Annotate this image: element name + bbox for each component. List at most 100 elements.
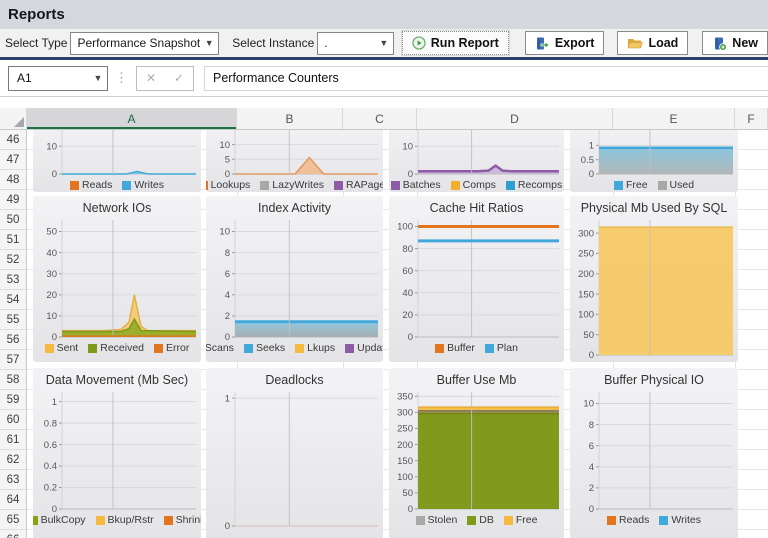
chart-panel-cache-hit-ratios[interactable]: Cache Hit Ratios100806040200BufferPlan xyxy=(389,196,564,362)
chart-title: Physical Mb Used By SQL xyxy=(570,196,738,218)
legend-swatch xyxy=(614,181,623,190)
legend-item: LazyWrites xyxy=(260,179,324,191)
legend-item: Batches xyxy=(391,179,441,191)
select-all-icon xyxy=(14,117,24,127)
chart-title: Deadlocks xyxy=(206,368,383,390)
chart-panel-deadlocks[interactable]: Deadlocks10 xyxy=(206,368,383,538)
legend-item: Free xyxy=(504,514,538,526)
legend-item: Reads xyxy=(607,514,649,526)
legend-item: Reads xyxy=(70,179,112,191)
row-header-46[interactable]: 46 xyxy=(0,130,27,150)
chart-title: Network IOs xyxy=(33,196,201,218)
legend-item: Lookups xyxy=(206,179,250,191)
legend-item: Received xyxy=(88,342,144,354)
chart-plot: 100806040200 xyxy=(392,218,561,340)
chart-panel-row1-chart-2[interactable]: 1050LookupsLazyWritesRAPages xyxy=(206,121,383,192)
chart-plot: 1086420 xyxy=(209,218,380,340)
row-header-61[interactable]: 61 xyxy=(0,430,27,450)
row-header-62[interactable]: 62 xyxy=(0,450,27,470)
legend-label: Writes xyxy=(134,179,164,191)
chart-legend: Reads Writes xyxy=(33,177,201,192)
legend-label: Bkup/Rstr xyxy=(108,514,154,526)
legend-swatch xyxy=(206,181,208,190)
chart-panel-buffer-use-mb[interactable]: Buffer Use Mb350300250200150100500Stolen… xyxy=(389,368,564,538)
row-header-53[interactable]: 53 xyxy=(0,270,27,290)
row-header-51[interactable]: 51 xyxy=(0,230,27,250)
chart-panel-row1-chart-4[interactable]: 10.50FreeUsed xyxy=(570,121,738,192)
legend-label: Free xyxy=(516,514,538,526)
legend-label: Scans xyxy=(206,342,234,354)
chart-legend: StolenDBFree xyxy=(389,512,564,528)
row-header-52[interactable]: 52 xyxy=(0,250,27,270)
column-header-F[interactable]: F xyxy=(735,108,768,129)
column-header-A[interactable]: A xyxy=(27,108,237,129)
chart-panel-row1-chart-1[interactable]: 100ReadsWrites xyxy=(33,121,201,192)
legend-label: RAPages xyxy=(346,179,383,191)
svg-text:4: 4 xyxy=(225,290,230,301)
chart-panel-buffer-physical-io[interactable]: Buffer Physical IO1086420ReadsWrites xyxy=(570,368,738,538)
chart-panel-network-ios[interactable]: Network IOs50403020100SentReceivedError xyxy=(33,196,201,362)
legend-item: Scans xyxy=(206,342,234,354)
chart-panel-physical-mb-used-by-sql[interactable]: Physical Mb Used By SQL30025020015010050… xyxy=(570,196,738,362)
legend-item: Sent xyxy=(45,342,79,354)
legend-swatch xyxy=(260,181,269,190)
svg-text:100: 100 xyxy=(397,222,413,233)
svg-text:8: 8 xyxy=(225,248,230,259)
legend-label: Reads xyxy=(619,514,649,526)
column-header-D[interactable]: D xyxy=(417,108,613,129)
row-header-48[interactable]: 48 xyxy=(0,170,27,190)
chart-panel-row1-chart-3[interactable]: 100BatchesCompsRecomps xyxy=(389,121,564,192)
legend-label: Updates xyxy=(357,342,383,354)
chart-plot: 10 xyxy=(209,390,380,529)
chart-panel-data-movement-mb-sec[interactable]: Data Movement (Mb Sec)10.80.60.40.20Bulk… xyxy=(33,368,201,538)
chart-plot: 350300250200150100500 xyxy=(392,390,561,512)
column-header-B[interactable]: B xyxy=(237,108,343,129)
legend-swatch xyxy=(416,516,425,525)
select-all-corner[interactable] xyxy=(0,108,27,129)
row-header-64[interactable]: 64 xyxy=(0,490,27,510)
row-header-49[interactable]: 49 xyxy=(0,190,27,210)
column-header-E[interactable]: E xyxy=(613,108,735,129)
row-header-54[interactable]: 54 xyxy=(0,290,27,310)
column-header-row: ABCDEF xyxy=(0,108,768,130)
svg-text:0: 0 xyxy=(408,169,413,177)
chart-legend: SentReceivedError xyxy=(33,340,201,356)
legend-item: Free xyxy=(614,179,648,191)
row-header-55[interactable]: 55 xyxy=(0,310,27,330)
legend-item: Writes xyxy=(659,514,701,526)
svg-text:200: 200 xyxy=(397,440,413,451)
row-header-63[interactable]: 63 xyxy=(0,470,27,490)
svg-text:0: 0 xyxy=(52,169,57,177)
charts-layer: 100 Reads Writes 10 50 Lookups LazyWrites RAPag… xyxy=(0,0,768,538)
legend-item: Bkup/Rstr xyxy=(96,514,154,526)
legend-swatch xyxy=(154,344,163,353)
row-header-column: 4647484950515253545556575859606162636465… xyxy=(0,130,27,538)
legend-label: BulkCopy xyxy=(41,514,86,526)
legend-label: Batches xyxy=(403,179,441,191)
svg-text:0: 0 xyxy=(52,504,57,512)
legend-swatch xyxy=(122,181,131,190)
svg-text:0: 0 xyxy=(225,169,230,177)
row-header-66[interactable]: 66 xyxy=(0,530,27,538)
row-header-56[interactable]: 56 xyxy=(0,330,27,350)
chart-panel-index-activity[interactable]: Index Activity1086420ScansSeeksLkupsUpda… xyxy=(206,196,383,362)
row-header-59[interactable]: 59 xyxy=(0,390,27,410)
row-header-65[interactable]: 65 xyxy=(0,510,27,530)
svg-text:350: 350 xyxy=(397,391,413,402)
column-header-C[interactable]: C xyxy=(343,108,417,129)
row-header-60[interactable]: 60 xyxy=(0,410,27,430)
svg-text:30: 30 xyxy=(46,269,57,280)
svg-text:0: 0 xyxy=(589,169,594,177)
row-header-58[interactable]: 58 xyxy=(0,370,27,390)
svg-text:50: 50 xyxy=(583,330,594,341)
row-header-57[interactable]: 57 xyxy=(0,350,27,370)
row-header-47[interactable]: 47 xyxy=(0,150,27,170)
chart-plot: 10.80.60.40.20 xyxy=(36,390,198,512)
svg-text:100: 100 xyxy=(397,472,413,483)
row-header-50[interactable]: 50 xyxy=(0,210,27,230)
svg-text:0.8: 0.8 xyxy=(44,418,57,429)
legend-label: Lookups xyxy=(211,179,251,191)
svg-text:20: 20 xyxy=(402,310,413,321)
chart-plot: 50403020100 xyxy=(36,218,198,340)
svg-text:6: 6 xyxy=(225,269,230,280)
